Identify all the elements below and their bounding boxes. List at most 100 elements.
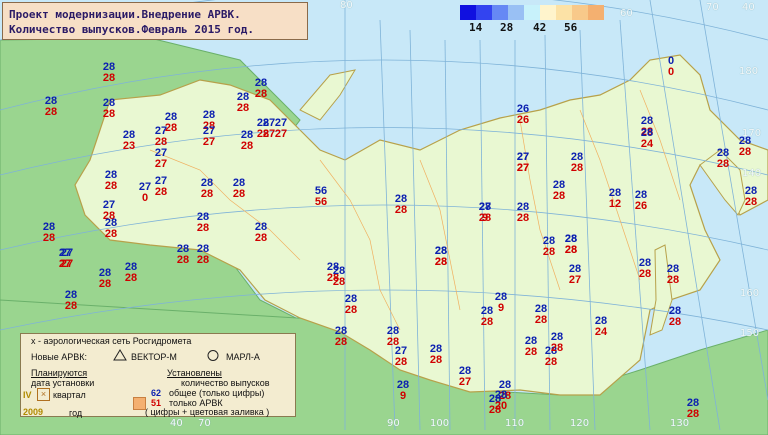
station-label: 28 9 — [490, 292, 512, 314]
station-label: 28 26 — [630, 190, 652, 212]
station-label: 28 27 — [564, 264, 586, 286]
station-label: 28 28 — [340, 294, 362, 316]
station-label: 28 28 — [236, 130, 258, 152]
station-arvk: 28 — [434, 256, 448, 268]
station-arvk: 27 — [458, 376, 472, 388]
degree-label: 160 — [740, 288, 760, 299]
degree-label: 100 — [430, 418, 450, 429]
title-line-2: Количество выпусков.Февраль 2015 год. — [9, 23, 255, 36]
degree-label: 150 — [740, 328, 760, 339]
station-label: 28 24 — [636, 128, 658, 150]
station-label: 28 28 — [100, 170, 122, 192]
legend-installed: Установлены — [167, 368, 222, 378]
station-arvk: 56 — [314, 196, 328, 208]
station-label: 28 28 — [192, 244, 214, 266]
degree-label: 70 — [198, 418, 211, 429]
station-arvk: 28 — [102, 108, 116, 120]
station-arvk: 27 — [516, 162, 530, 174]
station-label: 00 — [660, 56, 682, 78]
legend-year-mark: 2009 — [23, 407, 44, 417]
legend-digits-fill: ( цифры + цветовая заливка ) — [145, 407, 270, 417]
station-label: 28 28 — [38, 222, 60, 244]
station-arvk: 0 — [667, 66, 675, 78]
station-arvk: 28 — [394, 356, 408, 368]
legend-quarter-mark: IV — [23, 390, 32, 400]
station-arvk: 28 — [176, 254, 190, 266]
map-title-box: Проект модернизации.Внедрение АРВК. Коли… — [2, 2, 308, 40]
station-arvk: 28 — [544, 356, 558, 368]
degree-label: 140 — [742, 168, 762, 179]
station-label: 28 28 — [560, 234, 582, 256]
station-arvk: 28 — [196, 254, 210, 266]
legend-new-arvk: Новые АРВК: — [31, 352, 88, 362]
legend-marl: МАРЛ-А — [226, 352, 260, 362]
station-label: 28 28 — [330, 326, 352, 348]
station-label: 27 27 — [270, 118, 292, 140]
station-arvk: 9 — [399, 390, 407, 402]
station-label: 28 28 — [662, 264, 684, 286]
circle-icon — [207, 350, 219, 361]
degree-label: 90 — [387, 418, 400, 429]
legend-install-date: дата установки — [31, 378, 95, 388]
station-arvk: 28 — [668, 316, 682, 328]
station-arvk: 28 — [564, 244, 578, 256]
station-label: 28 28 — [546, 332, 568, 354]
station-label: 28 20 — [490, 390, 512, 412]
station-arvk: 27 — [274, 128, 288, 140]
station-label: 28 28 — [250, 222, 272, 244]
station-arvk: 26 — [634, 200, 648, 212]
station-arvk: 28 — [394, 204, 408, 216]
station-arvk: 23 — [122, 140, 136, 152]
station-label: 26 26 — [512, 104, 534, 126]
station-label: 28 28 — [512, 202, 534, 224]
station-label: 27 28 — [390, 346, 412, 368]
scale-swatch — [492, 5, 508, 20]
scale-swatch — [588, 5, 604, 20]
station-arvk: 28 — [552, 190, 566, 202]
station-label: 28 28 — [60, 290, 82, 312]
station-arvk: 28 — [744, 196, 758, 208]
degree-label: 70 — [706, 2, 719, 13]
legend-quarter: квартал — [53, 390, 86, 400]
station-arvk: 28 — [104, 228, 118, 240]
station-arvk: 28 — [124, 272, 138, 284]
legend-planned: Планируются — [31, 368, 88, 378]
station-label: 28 28 — [232, 92, 254, 114]
scale-swatch — [508, 5, 524, 20]
station-label: 28 28 — [634, 258, 656, 280]
scale-swatch — [572, 5, 588, 20]
legend: х - аэрологическая сеть Росгидромета Нов… — [20, 333, 296, 418]
legend-network: х - аэрологическая сеть Росгидромета — [31, 336, 192, 346]
station-arvk: 28 — [550, 342, 564, 354]
scale-label: 28 — [500, 21, 514, 34]
station-label: 27 27 — [512, 152, 534, 174]
station-label: 28 28 — [94, 268, 116, 290]
station-arvk: 28 — [666, 274, 680, 286]
degree-label: 110 — [505, 418, 525, 429]
station-label: 28 28 — [120, 262, 142, 284]
station-arvk: 28 — [254, 232, 268, 244]
legend-launch-count: количество выпусков — [181, 378, 270, 388]
station-label: 28 28 — [430, 246, 452, 268]
station-arvk: 28 — [236, 102, 250, 114]
station-arvk: 28 — [344, 304, 358, 316]
scale-swatch — [540, 5, 556, 20]
station-label: 28 28 — [530, 304, 552, 326]
station-arvk: 28 — [240, 140, 254, 152]
station-label: 28 28 — [98, 98, 120, 120]
title-line-1: Проект модернизации.Внедрение АРВК. — [9, 8, 241, 21]
degree-label: 60 — [620, 8, 633, 19]
station-label: 28 28 — [682, 398, 704, 420]
station-arvk: 28 — [516, 212, 530, 224]
station-label: 28 28 — [520, 336, 542, 358]
station-arvk: 28 — [534, 314, 548, 326]
station-arvk: 28 — [98, 278, 112, 290]
station-label: 28 28 — [734, 136, 756, 158]
station-label: 28 28 — [390, 194, 412, 216]
station-arvk: 28 — [480, 316, 494, 328]
station-label: 56 56 — [310, 186, 332, 208]
station-label: 28 28 — [192, 212, 214, 234]
station-arvk: 26 — [516, 114, 530, 126]
degree-label: 40 — [742, 2, 755, 13]
scale-label: 56 — [564, 21, 578, 34]
